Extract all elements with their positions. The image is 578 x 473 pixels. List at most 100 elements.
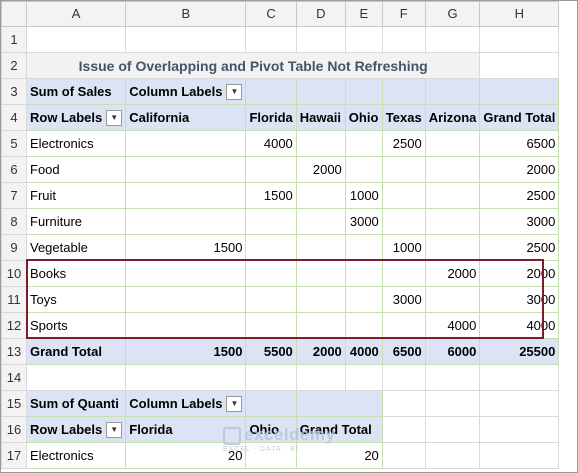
pivot-value-cell[interactable] — [424, 286, 481, 313]
pivot-value-label[interactable]: Sum of Sales — [25, 78, 127, 105]
pivot2-row-label[interactable]: Electronics — [25, 442, 127, 469]
cell[interactable] — [424, 364, 481, 391]
pivot-value-cell[interactable] — [125, 286, 247, 313]
cell[interactable] — [479, 26, 560, 53]
pivot-value-cell[interactable]: 2000 — [295, 156, 346, 183]
grand-total-cell[interactable]: 1500 — [125, 338, 247, 365]
pivot-value-cell[interactable]: 2000 — [479, 156, 560, 183]
row-header[interactable]: 16 — [1, 416, 27, 443]
cell[interactable] — [381, 364, 426, 391]
cell[interactable] — [245, 78, 297, 105]
pivot-value-cell[interactable]: 4000 — [424, 312, 481, 339]
cell[interactable] — [381, 390, 426, 417]
cell[interactable] — [295, 78, 346, 105]
cell[interactable] — [245, 364, 297, 391]
row-header[interactable]: 14 — [1, 364, 27, 391]
pivot-value-cell[interactable]: 2500 — [479, 234, 560, 261]
column-header[interactable]: A — [25, 1, 127, 27]
pivot-value-cell[interactable] — [295, 208, 346, 235]
pivot-value-cell[interactable]: 4000 — [479, 312, 560, 339]
cell[interactable] — [25, 364, 127, 391]
pivot-value-cell[interactable] — [245, 234, 297, 261]
row-header[interactable]: 6 — [1, 156, 27, 183]
pivot-value-cell[interactable] — [245, 260, 297, 287]
cell[interactable] — [245, 26, 297, 53]
grand-total-cell[interactable]: 2000 — [295, 338, 346, 365]
cell[interactable] — [381, 416, 426, 443]
cell[interactable] — [295, 26, 346, 53]
pivot-column-header[interactable]: California — [125, 104, 247, 131]
cell[interactable] — [424, 78, 481, 105]
pivot-row-label[interactable]: Sports — [25, 312, 127, 339]
pivot-column-header[interactable]: Grand Total — [479, 104, 560, 131]
row-header[interactable]: 12 — [1, 312, 27, 339]
cell[interactable] — [295, 364, 346, 391]
pivot-value-cell[interactable] — [381, 208, 426, 235]
pivot-value-cell[interactable]: 1500 — [125, 234, 247, 261]
cell[interactable] — [424, 416, 481, 443]
pivot-value-cell[interactable] — [381, 156, 426, 183]
pivot-value-cell[interactable] — [424, 208, 481, 235]
grand-total-cell[interactable]: 25500 — [479, 338, 560, 365]
pivot-value-cell[interactable] — [295, 312, 346, 339]
pivot-value-cell[interactable] — [424, 156, 481, 183]
row-header[interactable]: 5 — [1, 130, 27, 157]
pivot-value-cell[interactable] — [344, 260, 383, 287]
pivot-value-cell[interactable] — [125, 208, 247, 235]
column-header[interactable]: F — [381, 1, 426, 27]
cell[interactable] — [381, 442, 426, 469]
grand-total-label[interactable]: Grand Total — [25, 338, 127, 365]
filter-dropdown-icon[interactable]: ▼ — [226, 84, 243, 101]
cell[interactable] — [125, 26, 247, 53]
pivot-value-cell[interactable]: 2500 — [479, 182, 560, 209]
row-header[interactable]: 10 — [1, 260, 27, 287]
cell[interactable] — [479, 442, 560, 469]
cell[interactable] — [245, 390, 297, 417]
row-header[interactable]: 1 — [1, 26, 27, 53]
pivot-value-cell[interactable] — [344, 234, 383, 261]
pivot-value-cell[interactable] — [424, 182, 481, 209]
pivot-value-cell[interactable] — [295, 260, 346, 287]
filter-dropdown-icon[interactable]: ▼ — [226, 396, 243, 413]
row-header[interactable]: 17 — [1, 442, 27, 469]
pivot2-column-labels-cell[interactable]: Column Labels ▼ — [125, 390, 247, 417]
pivot-value-cell[interactable] — [344, 130, 383, 157]
column-header[interactable]: D — [295, 1, 346, 27]
grand-total-cell[interactable]: 4000 — [344, 338, 383, 365]
row-header[interactable]: 8 — [1, 208, 27, 235]
pivot-value-cell[interactable] — [424, 130, 481, 157]
row-header[interactable]: 15 — [1, 390, 27, 417]
cell[interactable] — [381, 26, 426, 53]
pivot-value-cell[interactable]: 4000 — [245, 130, 297, 157]
pivot-value-cell[interactable] — [245, 208, 297, 235]
pivot-value-cell[interactable] — [245, 312, 297, 339]
pivot-value-cell[interactable]: 1500 — [245, 182, 297, 209]
pivot2-column-header[interactable]: Florida — [125, 416, 247, 443]
cell[interactable] — [479, 52, 560, 79]
pivot-value-cell[interactable] — [381, 312, 426, 339]
filter-dropdown-icon[interactable]: ▼ — [106, 110, 123, 127]
pivot-value-cell[interactable] — [295, 182, 346, 209]
pivot-value-cell[interactable] — [295, 286, 346, 313]
cell[interactable] — [344, 26, 383, 53]
row-header[interactable]: 3 — [1, 78, 27, 105]
pivot-value-cell[interactable] — [125, 156, 247, 183]
cell[interactable] — [424, 390, 481, 417]
cell[interactable] — [344, 364, 383, 391]
pivot-value-cell[interactable]: 1000 — [344, 182, 383, 209]
pivot2-value-cell[interactable]: 20 — [295, 442, 383, 469]
row-header[interactable]: 2 — [1, 52, 27, 79]
cell[interactable] — [424, 26, 481, 53]
pivot-value-cell[interactable] — [125, 312, 247, 339]
pivot-column-header[interactable]: Hawaii — [295, 104, 346, 131]
row-header[interactable]: 4 — [1, 104, 27, 131]
pivot-value-cell[interactable] — [295, 234, 346, 261]
pivot-value-cell[interactable]: 1000 — [381, 234, 426, 261]
pivot-value-cell[interactable] — [344, 156, 383, 183]
pivot-value-cell[interactable] — [125, 182, 247, 209]
pivot-value-cell[interactable]: 3000 — [479, 208, 560, 235]
cell[interactable] — [295, 390, 383, 417]
filter-dropdown-icon[interactable]: ▼ — [106, 422, 123, 439]
pivot-value-cell[interactable]: 2500 — [381, 130, 426, 157]
pivot-value-cell[interactable]: 2000 — [479, 260, 560, 287]
